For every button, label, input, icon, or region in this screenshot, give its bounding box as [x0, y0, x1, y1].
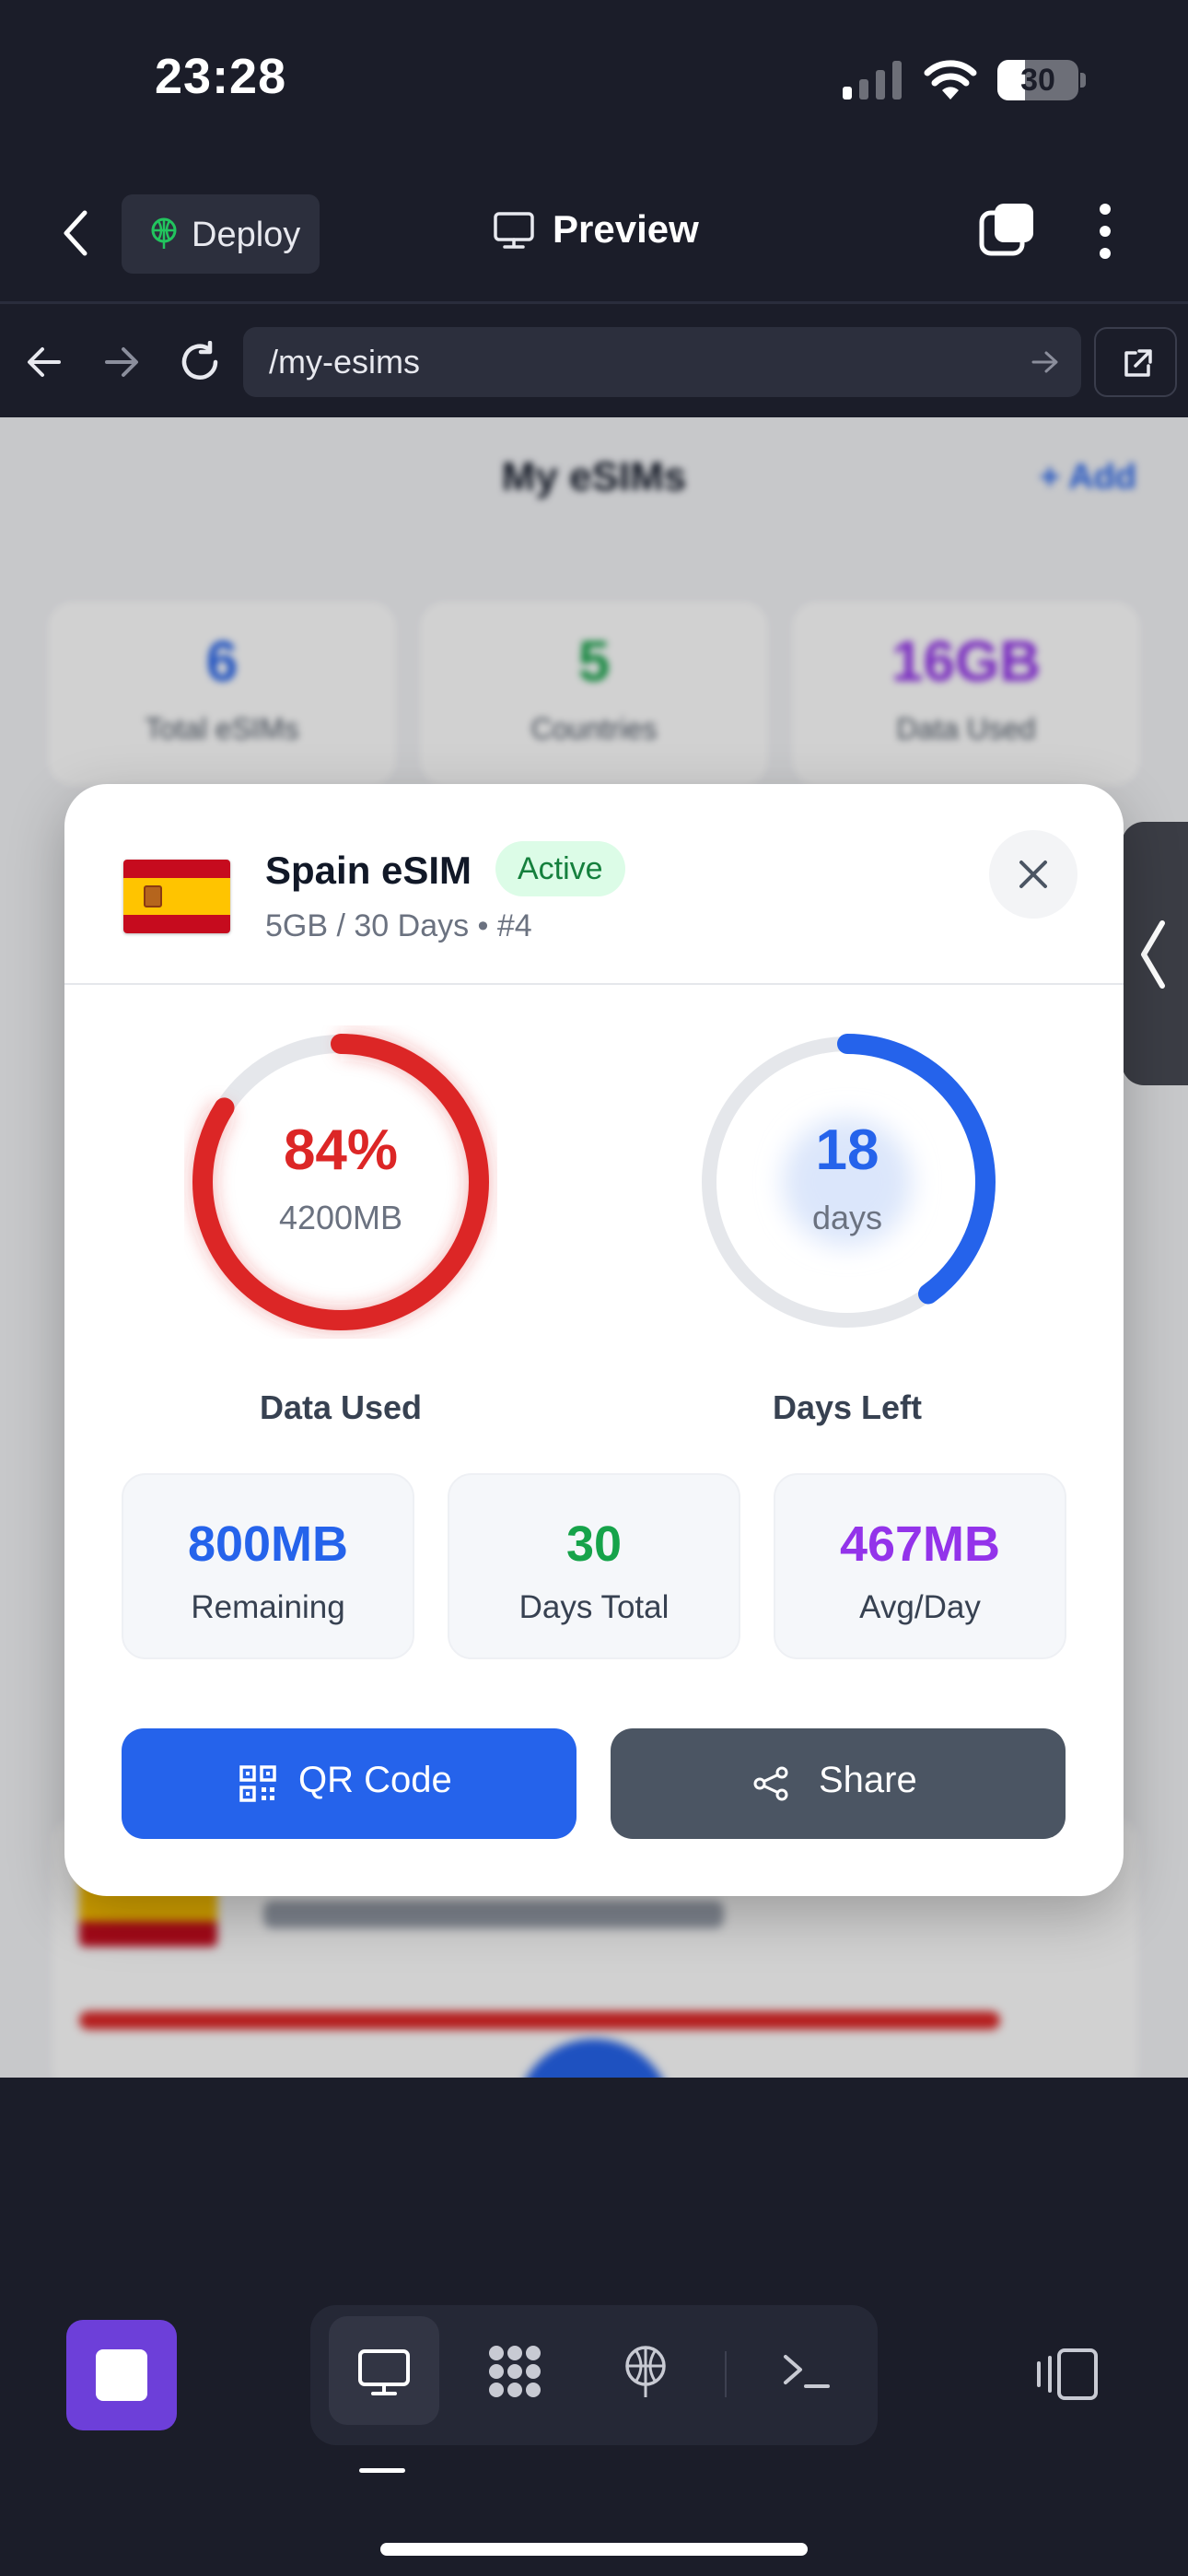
share-label: Share	[819, 1760, 917, 1800]
stat-label: Days Total	[518, 1589, 670, 1625]
open-external-button[interactable]	[1094, 327, 1177, 397]
days-left-unit: days	[811, 1199, 883, 1236]
monitor-icon	[494, 212, 534, 249]
deploy-globe-icon	[625, 2346, 666, 2397]
stat-remaining: 800MB Remaining	[122, 1473, 414, 1659]
wifi-icon	[924, 60, 977, 100]
cellular-signal-icon	[843, 61, 902, 100]
tool-group	[310, 2305, 878, 2445]
qr-code-button[interactable]: QR Code	[122, 1728, 577, 1839]
chevron-left-icon	[1141, 920, 1165, 989]
share-button[interactable]: Share	[611, 1728, 1066, 1839]
url-bar[interactable]: /my-esims	[243, 327, 1081, 397]
stat-value: 800MB	[187, 1516, 349, 1572]
tabs-icon[interactable]	[978, 200, 1037, 259]
go-arrow-icon[interactable]	[1031, 349, 1059, 375]
browser-bar: /my-esims	[0, 307, 1188, 417]
tool-terminal[interactable]	[751, 2316, 861, 2425]
terminal-icon	[784, 2355, 830, 2388]
deploy-label: Deploy	[192, 216, 301, 254]
stat-avg-day: 467MB Avg/Day	[774, 1473, 1066, 1659]
apps-grid-icon	[489, 2346, 541, 2397]
close-button[interactable]	[989, 830, 1077, 919]
share-icon	[753, 1766, 788, 1801]
back-chevron-icon[interactable]	[57, 207, 94, 259]
stat-days-total: 30 Days Total	[448, 1473, 740, 1659]
desktop-icon	[358, 2349, 410, 2395]
data-used-label: Data Used	[259, 1388, 423, 1426]
stat-label: Avg/Day	[859, 1589, 981, 1625]
status-bar: 23:28 30	[0, 0, 1188, 161]
bottom-toolbar	[0, 2262, 1188, 2576]
data-used-amount: 4200MB	[278, 1199, 403, 1236]
home-indicator[interactable]	[380, 2543, 808, 2556]
stat-value: 30	[565, 1516, 623, 1572]
tool-divider	[725, 2351, 727, 2397]
battery-level: 30	[1020, 63, 1055, 98]
close-icon	[1019, 861, 1047, 888]
tool-deploy[interactable]	[590, 2316, 701, 2425]
data-used-percent: 84%	[283, 1118, 399, 1182]
esim-subtitle: 5GB / 30 Days • #4	[265, 908, 532, 943]
stop-icon	[96, 2349, 147, 2401]
stat-value: 467MB	[839, 1516, 1001, 1572]
arrow-left-icon[interactable]	[26, 345, 63, 379]
tool-apps[interactable]	[460, 2316, 570, 2425]
modal-header: Spain eSIM Active 5GB / 30 Days • #4	[64, 784, 1124, 985]
deploy-button[interactable]: Deploy	[122, 194, 320, 274]
arrow-right-icon[interactable]	[103, 345, 140, 379]
external-link-icon	[1124, 349, 1152, 377]
deploy-globe-icon	[151, 217, 177, 249]
days-left-label: Days Left	[772, 1388, 923, 1426]
data-used-gauge: 84% 4200MB	[184, 1025, 497, 1339]
preview-label: Preview	[553, 207, 699, 251]
spain-flag-icon	[123, 860, 230, 933]
qr-code-icon	[239, 1765, 276, 1802]
stat-label: Remaining	[191, 1589, 345, 1625]
app-header: Deploy Preview	[0, 161, 1188, 304]
battery-icon: 30	[997, 60, 1086, 100]
status-badge: Active	[495, 841, 625, 896]
qr-code-label: QR Code	[298, 1760, 452, 1800]
active-tab-indicator	[359, 2468, 405, 2473]
esim-title: Spain eSIM	[265, 849, 472, 892]
tool-desktop[interactable]	[329, 2316, 439, 2425]
stop-button[interactable]	[66, 2320, 177, 2430]
esim-detail-modal: Spain eSIM Active 5GB / 30 Days • #4 84%…	[64, 784, 1124, 1896]
devices-icon[interactable]	[1033, 2347, 1100, 2402]
url-text: /my-esims	[269, 343, 420, 381]
days-left-value: 18	[815, 1118, 879, 1182]
status-time: 23:28	[155, 49, 287, 104]
reload-icon[interactable]	[179, 341, 221, 383]
side-panel-handle[interactable]	[1122, 822, 1188, 1085]
days-left-gauge: 18 days	[691, 1025, 1004, 1339]
more-vertical-icon[interactable]	[1096, 202, 1114, 261]
